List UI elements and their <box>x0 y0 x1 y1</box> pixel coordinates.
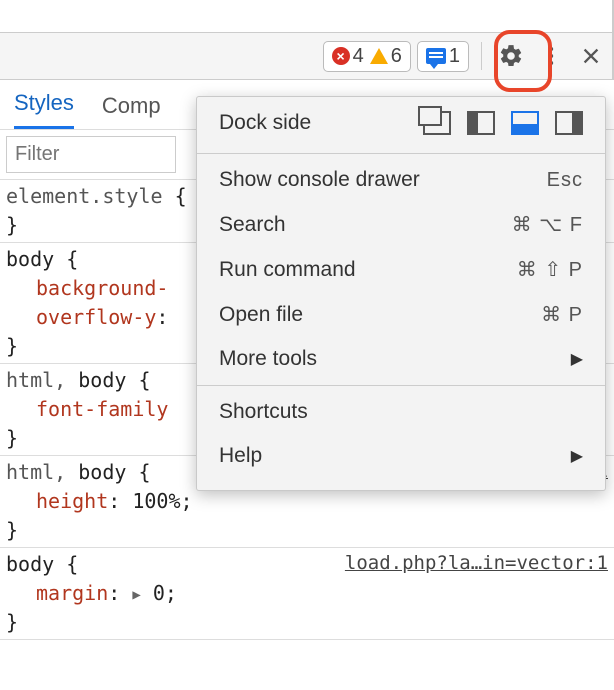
tab-computed[interactable]: Comp <box>102 93 161 129</box>
menu-divider <box>197 153 605 154</box>
filter-input[interactable] <box>6 136 176 173</box>
chevron-right-icon: ▶ <box>571 446 583 466</box>
settings-button[interactable] <box>494 39 528 73</box>
selector: element.style <box>6 184 163 208</box>
expand-icon[interactable]: ▶ <box>132 585 140 605</box>
error-count: 4 <box>353 45 364 68</box>
dock-side-label: Dock side <box>219 111 311 135</box>
dock-right-icon[interactable] <box>555 111 583 135</box>
dock-undock-icon[interactable] <box>423 111 451 135</box>
kebab-icon <box>539 44 563 68</box>
menu-more-tools[interactable]: More tools ▶ <box>197 337 605 381</box>
menu-open-file[interactable]: Open file ⌘ P <box>197 292 605 337</box>
gear-icon <box>498 43 524 69</box>
issues-badge[interactable]: × 4 6 <box>323 41 411 72</box>
warning-icon <box>370 48 388 64</box>
warning-count: 6 <box>391 45 402 68</box>
close-devtools-button[interactable] <box>574 39 608 73</box>
dock-left-icon[interactable] <box>467 111 495 135</box>
menu-divider <box>197 385 605 386</box>
tab-styles[interactable]: Styles <box>14 90 74 129</box>
error-icon: × <box>332 47 350 65</box>
menu-search[interactable]: Search ⌘ ⌥ F <box>197 202 605 247</box>
messages-count: 1 <box>449 45 460 68</box>
separator <box>481 42 482 70</box>
more-options-button[interactable] <box>534 39 568 73</box>
menu-show-console[interactable]: Show console drawer Esc <box>197 158 605 202</box>
messages-badge[interactable]: 1 <box>417 41 469 72</box>
devtools-toolbar: × 4 6 1 <box>0 32 614 80</box>
menu-shortcuts[interactable]: Shortcuts <box>197 390 605 434</box>
dock-side-row: Dock side <box>197 97 605 149</box>
chevron-right-icon: ▶ <box>571 349 583 369</box>
menu-help[interactable]: Help ▶ <box>197 434 605 478</box>
source-link[interactable]: load.php?la…in=vector:1 <box>345 550 608 578</box>
dock-bottom-icon[interactable] <box>511 111 539 135</box>
css-rule[interactable]: load.php?la…in=vector:1 body { margin: ▶… <box>0 548 614 640</box>
devtools-main-menu: Dock side Show console drawer Esc Search… <box>196 96 606 491</box>
menu-run-command[interactable]: Run command ⌘ ⇧ P <box>197 247 605 292</box>
message-icon <box>426 48 446 64</box>
close-icon <box>580 45 602 67</box>
